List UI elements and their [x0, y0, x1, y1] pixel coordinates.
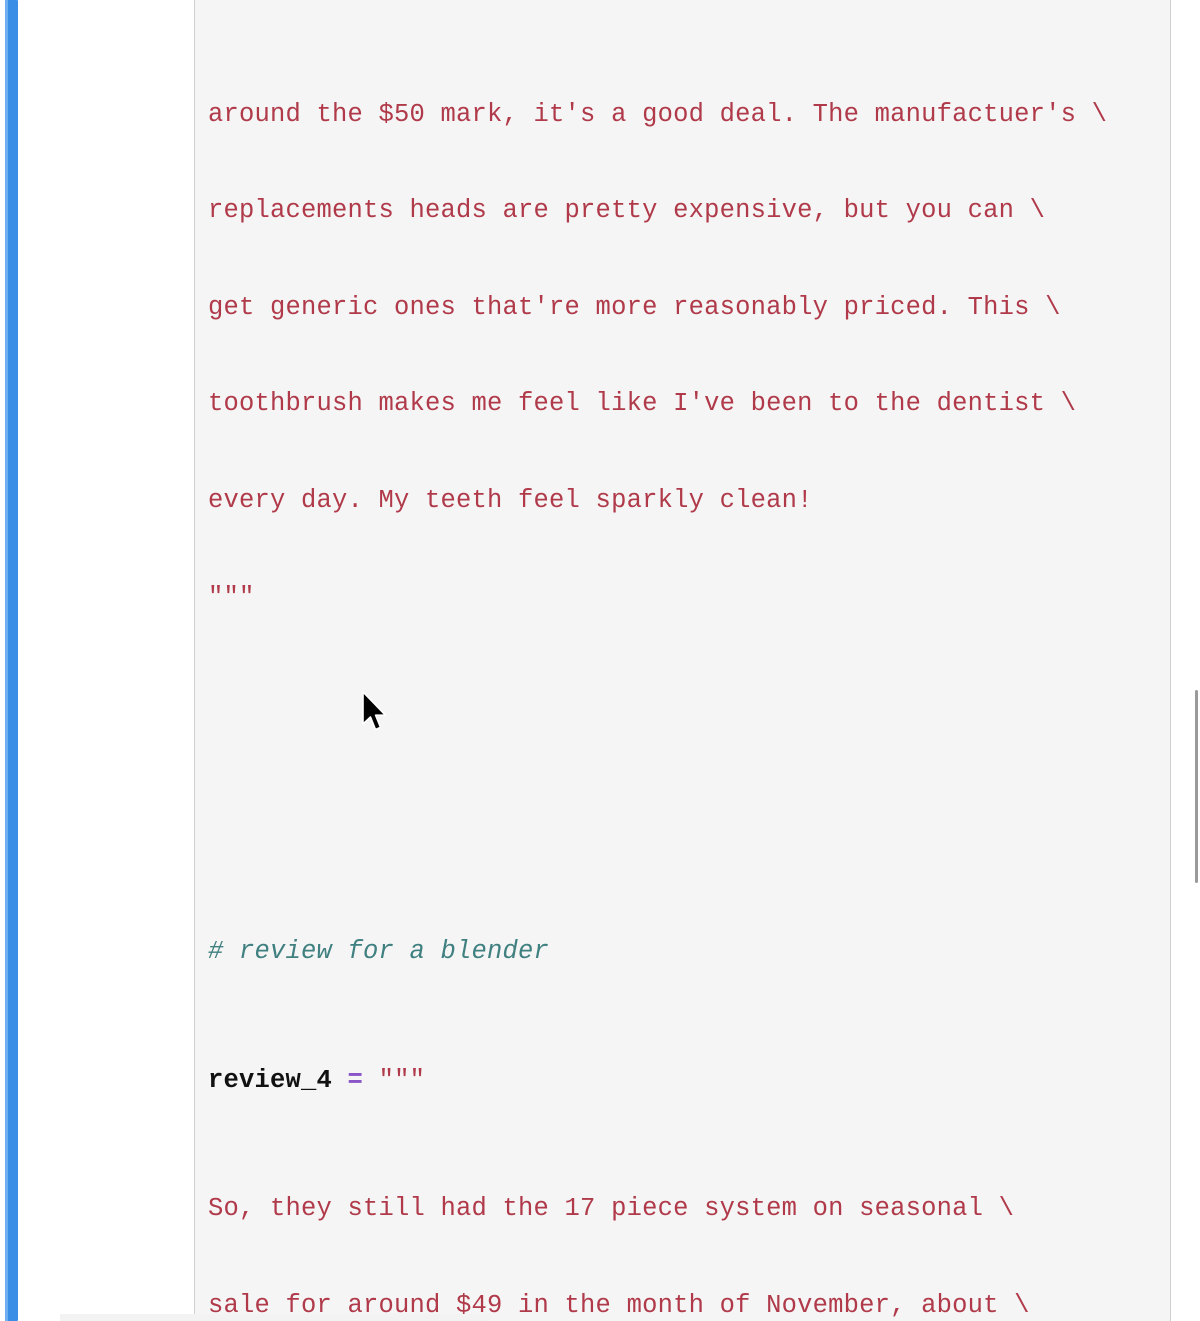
code-line: every day. My teeth feel sparkly clean!: [208, 485, 1170, 517]
code-editor-text[interactable]: around the $50 mark, it's a good deal. T…: [208, 2, 1170, 1321]
scrollbar-thumb[interactable]: [1195, 690, 1198, 883]
notebook-viewport: around the $50 mark, it's a good deal. T…: [0, 0, 1200, 1321]
code-input-cell[interactable]: around the $50 mark, it's a good deal. T…: [194, 0, 1171, 1321]
triple-quote-open: """: [378, 1065, 426, 1095]
assignment-operator: =: [347, 1065, 364, 1095]
comment-text: # review for a blender: [208, 936, 550, 966]
code-line-assignment: review_4 = """: [208, 1065, 1170, 1097]
string-text: get generic ones that're more reasonably…: [208, 292, 1061, 322]
code-line-comment: # review for a blender: [208, 936, 1170, 968]
variable-name: review_4: [208, 1065, 333, 1095]
string-text: replacements heads are pretty expensive,…: [208, 196, 1046, 226]
cell-prompt-gutter[interactable]: [18, 0, 194, 1321]
selected-cell-indicator-highlight: [5, 0, 8, 1321]
scrollbar-track[interactable]: [1192, 0, 1200, 1321]
code-line: get generic ones that're more reasonably…: [208, 292, 1170, 324]
string-text: every day. My teeth feel sparkly clean!: [208, 485, 813, 515]
string-text: So, they still had the 17 piece system o…: [208, 1194, 1015, 1224]
string-text: toothbrush makes me feel like I've been …: [208, 389, 1077, 419]
string-text: around the $50 mark, it's a good deal. T…: [208, 99, 1108, 129]
code-line: So, they still had the 17 piece system o…: [208, 1193, 1170, 1225]
next-cell-top-edge: [60, 1314, 490, 1321]
code-line: around the $50 mark, it's a good deal. T…: [208, 99, 1170, 131]
code-line: replacements heads are pretty expensive,…: [208, 195, 1170, 227]
triple-quote-close: """: [208, 582, 255, 612]
code-line: """: [208, 582, 1170, 614]
code-line: toothbrush makes me feel like I've been …: [208, 388, 1170, 420]
